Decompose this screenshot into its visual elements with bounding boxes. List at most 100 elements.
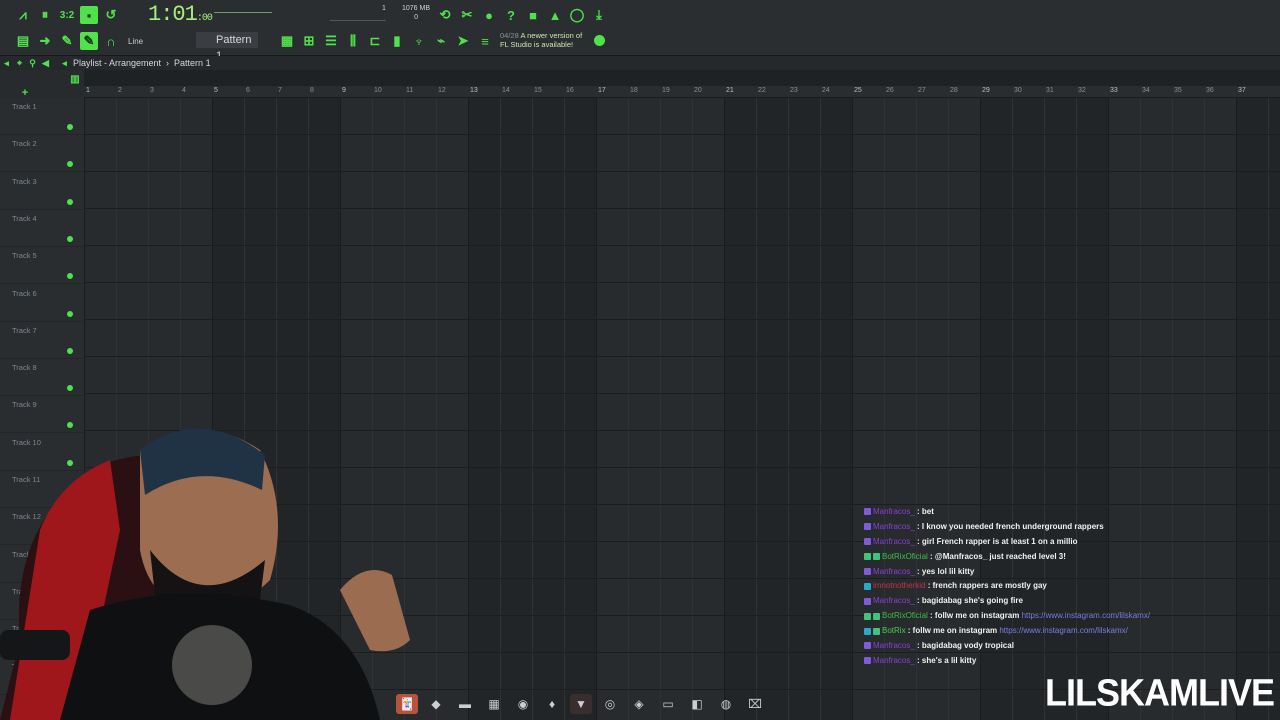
save-icon[interactable]: ■: [524, 6, 542, 24]
track-header[interactable]: Track 8: [0, 359, 84, 397]
window-buttons: ▦ ⊞ ☰ ⫼ ⊏ ▮ ♆ ⌁ ➤ ≡: [278, 28, 494, 54]
mic-icon[interactable]: ●: [480, 6, 498, 24]
output-icon[interactable]: ➤: [454, 32, 472, 50]
track-header[interactable]: Track 1: [0, 98, 84, 135]
undo-icon[interactable]: ⟲: [436, 6, 454, 24]
master-volume-slider[interactable]: [214, 12, 272, 13]
streamer-webcam: [0, 428, 410, 720]
game-icon[interactable]: 🃏: [396, 694, 418, 714]
browser-icon[interactable]: ⊏: [366, 32, 384, 50]
download-icon[interactable]: ⤓: [590, 6, 608, 24]
ruler-mark: 22: [758, 87, 766, 94]
chat-message: BotRixOficial : follw me on instagram ht…: [864, 609, 1264, 624]
stack-icon[interactable]: ◧: [686, 694, 708, 714]
chat-text: : yes lol lil kitty: [914, 566, 975, 576]
track-header[interactable]: Track 4: [0, 210, 84, 247]
obs-icon[interactable]: ◎: [599, 694, 621, 714]
track-mute-led[interactable]: [67, 198, 73, 205]
track-mute-led[interactable]: [67, 124, 73, 130]
playlist-icon[interactable]: ▦: [278, 32, 296, 50]
speaker-icon[interactable]: ◀: [39, 57, 52, 70]
chat-message: imnotnotherkid : french rappers are most…: [864, 579, 1264, 594]
ruler-mark: 29: [982, 87, 990, 94]
magnet-icon[interactable]: ∩: [102, 32, 120, 50]
export-icon[interactable]: ▲: [546, 6, 564, 24]
news-update-icon[interactable]: [594, 35, 605, 46]
track-mute-led[interactable]: [67, 347, 73, 354]
discord-icon[interactable]: ◉: [512, 694, 534, 714]
ruler-mark: 35: [1174, 87, 1182, 94]
chat-text: : bagidabag she's going fire: [914, 596, 1023, 606]
track-mute-led[interactable]: [67, 385, 73, 392]
chat-text: : I know you needed french underground r…: [914, 521, 1104, 531]
ruler-mark: 16: [566, 87, 574, 94]
fl-studio-icon[interactable]: ♦: [541, 694, 563, 714]
chat-badge-icon: [873, 627, 880, 635]
ruler-mark: 36: [1206, 87, 1214, 94]
snap-label[interactable]: Line: [128, 37, 143, 46]
ruler-mark: 37: [1238, 87, 1246, 94]
back-icon[interactable]: ◂: [0, 57, 13, 70]
channel-rack-icon[interactable]: ⊞: [300, 32, 318, 50]
chat-username: Manfracos_: [873, 536, 915, 546]
chat-message: Manfracos_ : I know you needed french un…: [864, 520, 1264, 535]
brush-icon[interactable]: ✎: [80, 32, 98, 50]
copilot-icon[interactable]: ◆: [425, 694, 447, 714]
track-mute-led[interactable]: [67, 310, 73, 317]
pattern-picker-icon[interactable]: ▥: [66, 70, 84, 88]
countdown-icon[interactable]: 3:2: [58, 6, 76, 24]
cpu-icon[interactable]: ≡: [476, 32, 494, 50]
mixer-icon[interactable]: ⫼: [344, 32, 362, 50]
arrow-icon[interactable]: ➜: [36, 32, 54, 50]
brave-icon[interactable]: ▼: [570, 694, 592, 714]
ruler-mark: 20: [694, 87, 702, 94]
time-main: 1:01: [148, 2, 198, 27]
capcut-icon[interactable]: ⌧: [744, 694, 766, 714]
steam-icon[interactable]: ◈: [628, 694, 650, 714]
metronome-icon[interactable]: ⩘: [14, 6, 32, 24]
track-header[interactable]: Track 7: [0, 322, 84, 359]
zoom-icon[interactable]: ⚲: [26, 57, 39, 70]
select-tool-icon[interactable]: ⌖: [13, 57, 26, 70]
piano-icon[interactable]: ▤: [14, 32, 32, 50]
loop-icon[interactable]: ↺: [102, 6, 120, 24]
breadcrumb-separator: ›: [166, 58, 170, 68]
plugin-picker-icon[interactable]: ⌁: [432, 32, 450, 50]
wait-icon[interactable]: ⏸: [36, 6, 54, 24]
app-icon[interactable]: ▭: [657, 694, 679, 714]
ruler-mark: 1: [86, 87, 90, 94]
4k-icon[interactable]: ◍: [715, 694, 737, 714]
piano-roll-icon[interactable]: ☰: [322, 32, 340, 50]
chat-badge-icon: [864, 567, 871, 575]
chat-message: Manfracos_ : girl French rapper is at le…: [864, 535, 1264, 550]
help-icon[interactable]: ?: [502, 6, 520, 24]
chat-badge-icon: [864, 538, 871, 546]
chat-message: Manfracos_ : bagidabag she's going fire: [864, 594, 1264, 609]
track-mute-led[interactable]: [67, 273, 73, 280]
record-icon[interactable]: ▪: [80, 6, 98, 24]
time-sub: :00: [196, 13, 213, 24]
track-header[interactable]: Track 3: [0, 173, 84, 210]
pencil-icon[interactable]: ✎: [58, 32, 76, 50]
ruler-mark: 24: [822, 87, 830, 94]
track-header[interactable]: Track 2: [0, 135, 84, 173]
track-header[interactable]: Track 6: [0, 285, 84, 322]
track-mute-led[interactable]: [67, 161, 73, 168]
pattern-selector[interactable]: Pattern 1: [196, 32, 258, 62]
store-icon[interactable]: ▦: [483, 694, 505, 714]
chat-icon[interactable]: ◯: [568, 6, 586, 24]
news-panel[interactable]: 04/28 A newer version of FL Studio is av…: [500, 31, 582, 49]
folder-icon[interactable]: ▬: [454, 694, 476, 714]
menu-arrow-icon[interactable]: ◂: [58, 57, 71, 70]
chat-badge-icon: [864, 627, 871, 635]
track-mute-led[interactable]: [67, 235, 73, 242]
song-time[interactable]: 1:01:00: [148, 2, 213, 27]
breadcrumb-pattern[interactable]: Pattern 1: [174, 58, 211, 68]
plugin-icon[interactable]: ▮: [388, 32, 406, 50]
chat-badge-icon: [864, 508, 871, 516]
master-pitch-slider[interactable]: [330, 20, 386, 21]
touch-icon[interactable]: ♆: [410, 32, 428, 50]
track-header[interactable]: Track 5: [0, 247, 84, 285]
cut-icon[interactable]: ✂: [458, 6, 476, 24]
timeline-ruler[interactable]: 1 2 3 4 5 6 7 8 9 10 11 12 13 14 15 16 17 18 19 20 21 22 23 24 2…: [84, 86, 1280, 98]
